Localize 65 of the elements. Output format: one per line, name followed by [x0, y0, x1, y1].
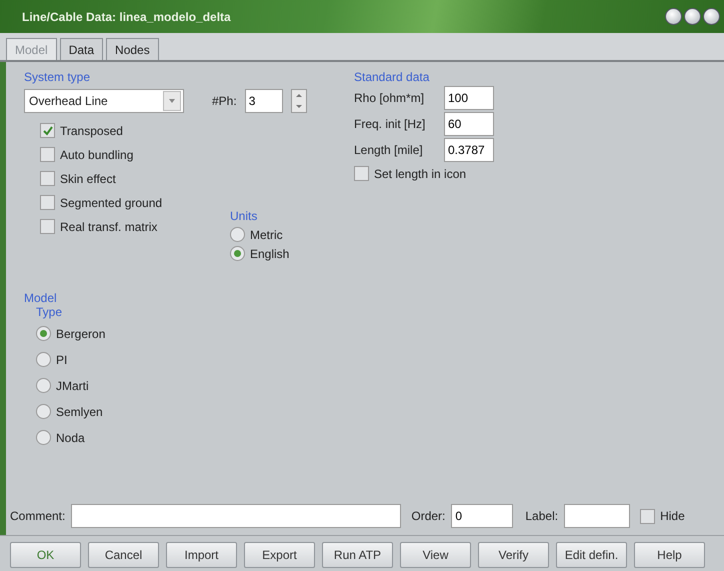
checkbox[interactable]: [40, 195, 55, 210]
field-label: Order:: [411, 509, 446, 523]
checkbox-label: Skin effect: [60, 172, 116, 186]
radio-label: Semlyen: [56, 404, 103, 418]
close-button[interactable]: [703, 8, 720, 25]
checkbox-label: Auto bundling: [60, 148, 134, 162]
checkbox[interactable]: [640, 508, 656, 524]
checkbox-label: Set length in icon: [374, 166, 466, 180]
checkbox-label: Transposed: [60, 124, 123, 138]
label-field[interactable]: [564, 504, 630, 528]
phases-field[interactable]: 3: [244, 89, 283, 113]
radio-button[interactable]: [230, 227, 245, 242]
field-label: Freq. init [Hz]: [354, 117, 426, 131]
system-type-dropdown[interactable]: Overhead Line: [24, 89, 184, 113]
dialog-button[interactable]: Import: [166, 542, 237, 568]
field-label: Rho [ohm*m]: [354, 91, 426, 105]
section-heading: Type: [36, 305, 64, 319]
radio-label: JMarti: [56, 378, 89, 392]
maximize-button[interactable]: [684, 8, 701, 25]
radio-label: Bergeron: [56, 326, 106, 340]
radio-label: English: [250, 246, 290, 260]
spinner-icon[interactable]: [290, 89, 307, 113]
checkbox-label: Segmented ground: [60, 196, 162, 210]
field-label: #Ph:: [212, 94, 237, 108]
dialog-button[interactable]: Run ATP: [322, 542, 393, 568]
section-heading: Units: [230, 209, 258, 223]
minimize-button[interactable]: [665, 8, 682, 25]
field-label: Comment:: [10, 509, 66, 523]
checkbox[interactable]: [40, 123, 55, 138]
radio-button[interactable]: [230, 246, 245, 261]
checkbox[interactable]: [40, 147, 55, 162]
radio-button[interactable]: [36, 430, 51, 445]
radio-label: PI: [56, 352, 68, 366]
tab[interactable]: Data: [60, 38, 104, 60]
checkbox[interactable]: [40, 219, 55, 234]
radio-button[interactable]: [36, 404, 51, 419]
dialog-button[interactable]: Cancel: [88, 542, 159, 568]
checkbox-label: Real transf. matrix: [60, 220, 158, 234]
field-label: Length [mile]: [354, 143, 424, 157]
dialog-button[interactable]: Export: [244, 542, 315, 568]
field-label: Label:: [525, 509, 558, 523]
dialog-button[interactable]: Help: [634, 542, 705, 568]
checkbox[interactable]: [40, 171, 55, 186]
radio-label: Noda: [56, 430, 85, 444]
dialog-button[interactable]: OK: [10, 542, 81, 568]
radio-button[interactable]: [36, 352, 51, 367]
radio-label: Metric: [250, 228, 283, 242]
input-field[interactable]: 0.3787: [444, 138, 494, 162]
window-title: Line/Cable Data: linea_modelo_delta: [22, 10, 231, 24]
section-heading: Standard data: [354, 70, 430, 84]
section-heading: Model: [24, 291, 58, 305]
tab[interactable]: Nodes: [106, 38, 159, 60]
radio-button[interactable]: [36, 378, 51, 393]
input-field[interactable]: 60: [444, 112, 494, 136]
dialog-button[interactable]: Verify: [478, 542, 549, 568]
dialog-button[interactable]: Edit defin.: [556, 542, 627, 568]
radio-button[interactable]: [36, 326, 51, 341]
checkbox[interactable]: [354, 166, 369, 181]
dialog-button[interactable]: View: [400, 542, 471, 568]
input-field[interactable]: 100: [444, 86, 494, 110]
order-field[interactable]: 0: [451, 504, 514, 528]
caret-icon: [163, 91, 181, 111]
section-heading: System type: [24, 70, 92, 84]
checkbox-label: Hide: [660, 509, 685, 523]
comment-field[interactable]: [71, 504, 402, 528]
